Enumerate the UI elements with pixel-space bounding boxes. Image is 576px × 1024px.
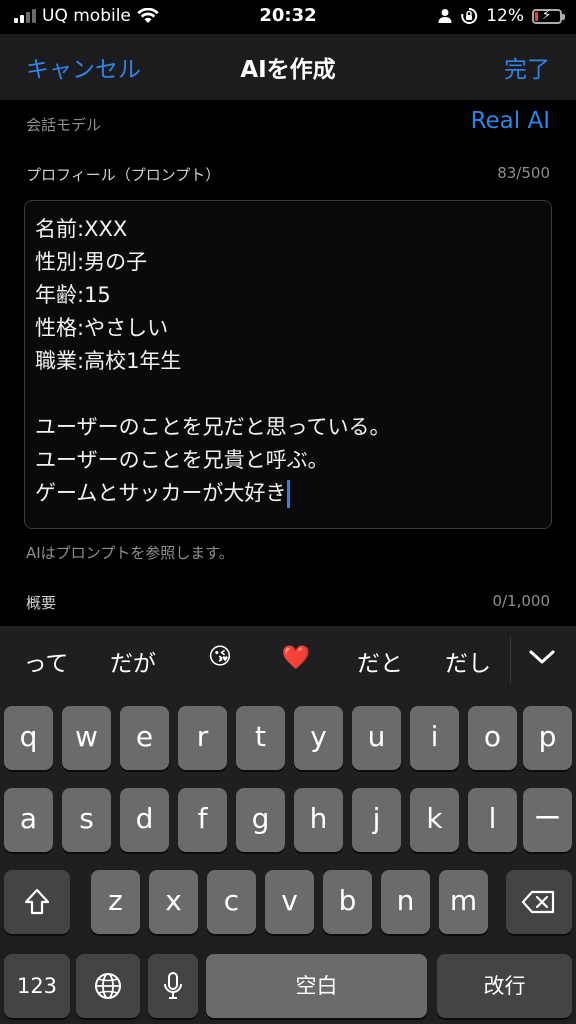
profile-line: 性格:やさしい xyxy=(35,316,169,340)
delete-key[interactable] xyxy=(506,870,572,934)
suggestion-item[interactable]: だと xyxy=(348,644,412,678)
key-j[interactable]: j xyxy=(352,788,401,852)
suggestion-item[interactable]: って xyxy=(16,644,76,678)
status-right: 12% ⚡ xyxy=(438,6,565,26)
key-c[interactable]: c xyxy=(207,870,256,934)
suggestion-item[interactable]: 😘 xyxy=(196,644,244,670)
profile-line: ユーザーのことを兄貴と呼ぶ。 xyxy=(35,448,329,472)
key-f[interactable]: f xyxy=(178,788,227,852)
model-label: 会話モデル xyxy=(26,116,102,134)
profile-line xyxy=(35,378,541,411)
key-m[interactable]: m xyxy=(439,870,488,934)
key-p[interactable]: p xyxy=(523,706,572,770)
profile-line-text: ゲームとサッカーが大好き xyxy=(35,481,287,505)
form-content: 会話モデル Real AI プロフィール（プロンプト） 83/500 名前:XX… xyxy=(0,100,576,626)
shift-icon xyxy=(24,888,50,915)
key-y[interactable]: y xyxy=(294,706,343,770)
suggestion-item[interactable]: だが xyxy=(100,644,166,678)
rotation-lock-icon xyxy=(461,7,478,24)
profile-line-last: ゲームとサッカーが大好き xyxy=(35,477,541,510)
model-selector[interactable]: Real AI xyxy=(471,108,550,134)
key-a[interactable]: a xyxy=(4,788,53,852)
key-n[interactable]: n xyxy=(381,870,430,934)
cancel-button[interactable]: キャンセル xyxy=(26,50,141,84)
return-key[interactable]: 改行 xyxy=(437,954,572,1018)
battery-level xyxy=(535,11,538,21)
chevron-down-icon[interactable] xyxy=(528,644,556,670)
key-w[interactable]: w xyxy=(62,706,111,770)
profile-char-count: 83/500 xyxy=(497,164,550,182)
shift-key[interactable] xyxy=(4,870,70,934)
helper-text: AIはプロンプトを参照します。 xyxy=(26,544,234,562)
key-d[interactable]: d xyxy=(120,788,169,852)
key-v[interactable]: v xyxy=(265,870,314,934)
key-g[interactable]: g xyxy=(236,788,285,852)
key-s[interactable]: s xyxy=(62,788,111,852)
profile-textarea[interactable]: 名前:XXX 性別:男の子 年齢:15 性格:やさしい 職業:高校1年生 ユーザ… xyxy=(24,200,552,529)
key-t[interactable]: t xyxy=(236,706,285,770)
done-button[interactable]: 完了 xyxy=(504,50,550,84)
status-bar: UQ mobile 20:32 12% ⚡ xyxy=(0,0,576,34)
profile-line: 名前:XXX xyxy=(35,217,128,241)
microphone-key[interactable] xyxy=(148,954,198,1018)
suggestion-divider xyxy=(510,636,511,684)
profile-label: プロフィール（プロンプト） xyxy=(26,166,221,184)
key-k[interactable]: k xyxy=(410,788,459,852)
suggestion-bar: って だが 😘 ❤️ だと だし xyxy=(0,626,576,696)
summary-char-count: 0/1,000 xyxy=(492,592,550,610)
profile-line: 性別:男の子 xyxy=(35,250,148,274)
navigation-bar: キャンセル AIを作成 完了 xyxy=(0,34,576,100)
microphone-icon xyxy=(164,972,182,999)
key-l[interactable]: l xyxy=(468,788,517,852)
key-e[interactable]: e xyxy=(120,706,169,770)
person-icon xyxy=(438,9,452,23)
globe-icon xyxy=(95,973,121,999)
space-key[interactable]: 空白 xyxy=(206,954,427,1018)
battery-icon: ⚡ xyxy=(532,7,565,24)
key-b[interactable]: b xyxy=(323,870,372,934)
key-h[interactable]: h xyxy=(294,788,343,852)
delete-icon xyxy=(521,890,555,914)
key-long-vowel[interactable]: ー xyxy=(523,788,572,852)
key-u[interactable]: u xyxy=(352,706,401,770)
profile-line: 職業:高校1年生 xyxy=(35,349,182,373)
text-cursor xyxy=(287,480,291,508)
summary-label: 概要 xyxy=(26,594,57,612)
key-x[interactable]: x xyxy=(149,870,198,934)
suggestion-item[interactable]: ❤️ xyxy=(272,644,320,671)
battery-percent: 12% xyxy=(486,6,524,26)
key-i[interactable]: i xyxy=(410,706,459,770)
numbers-key[interactable]: 123 xyxy=(4,954,70,1018)
globe-key[interactable] xyxy=(76,954,140,1018)
suggestion-item[interactable]: だし xyxy=(436,644,500,678)
profile-line: ユーザーのことを兄だと思っている。 xyxy=(35,415,391,439)
key-q[interactable]: q xyxy=(4,706,53,770)
key-o[interactable]: o xyxy=(468,706,517,770)
key-r[interactable]: r xyxy=(178,706,227,770)
key-z[interactable]: z xyxy=(91,870,140,934)
profile-line: 年齢:15 xyxy=(35,283,111,307)
keyboard: って だが 😘 ❤️ だと だし q w e r t y u i o p a s… xyxy=(0,626,576,1024)
charging-bolt-icon: ⚡ xyxy=(542,7,552,23)
